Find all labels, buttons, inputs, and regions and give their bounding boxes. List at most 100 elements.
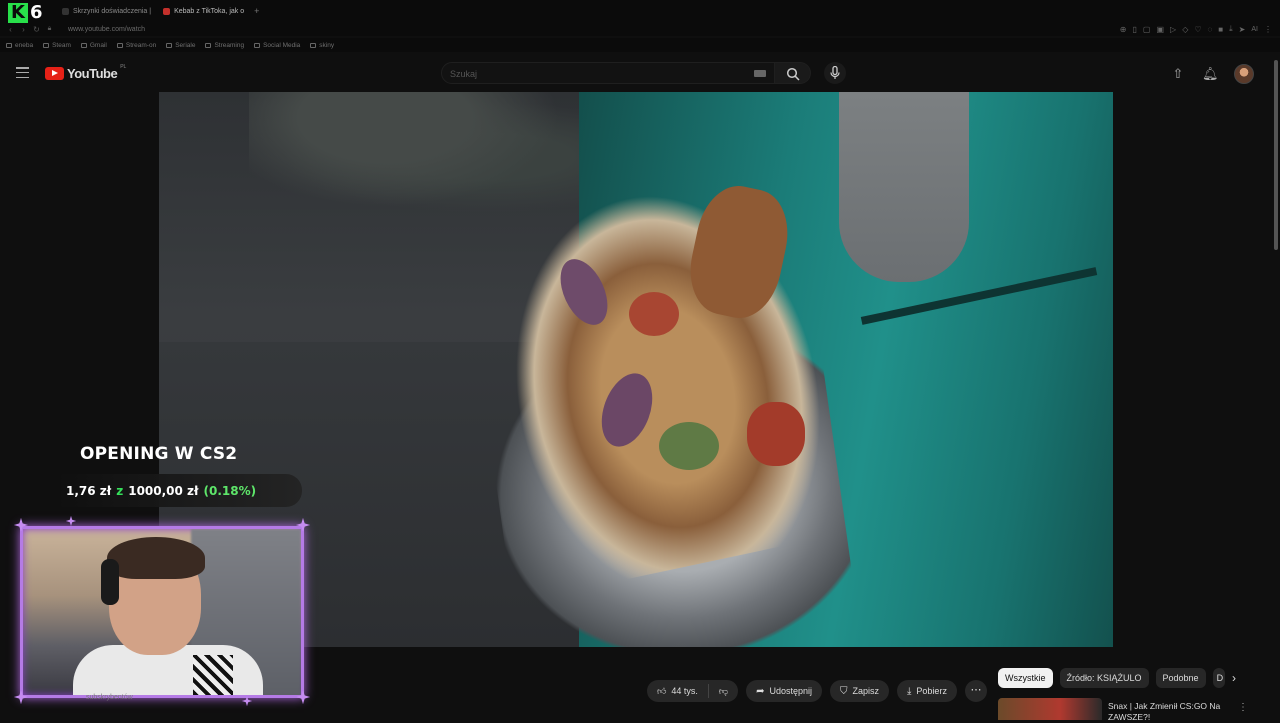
recommended-menu-icon[interactable]: ⋮ (1238, 702, 1248, 713)
folder-icon (116, 42, 123, 48)
bookmark-social-media[interactable]: Social Media (254, 42, 300, 49)
screenshot-icon[interactable]: ▢ (1143, 25, 1151, 34)
bookmark-seriale[interactable]: Seriale (166, 42, 195, 49)
chip-source[interactable]: Źródło: KSIĄŻULO (1059, 668, 1149, 688)
send-icon[interactable]: ➤ (1239, 25, 1246, 34)
dislike-button[interactable]: 👎︎ (709, 680, 738, 702)
folder-icon (254, 42, 261, 48)
search-icon (786, 67, 800, 81)
goal-total-amount: 1000,00 zł (128, 483, 199, 498)
new-tab-button[interactable]: + (250, 6, 259, 16)
url-field[interactable]: www.youtube.com/watch (68, 26, 145, 33)
recommendation-chips: Wszystkie Źródło: KSIĄŻULO Podobne D (998, 668, 1225, 688)
eneba-icon (6, 42, 12, 48)
download-icon: ⤓ (907, 685, 912, 697)
key-icon[interactable]: ▯ (1133, 25, 1137, 34)
bookmark-skiny[interactable]: skiny (310, 42, 334, 49)
notifications-bell-icon[interactable]: 🔔︎ (1202, 66, 1219, 82)
reload-icon[interactable]: ↻ (30, 25, 43, 34)
stream-goal-progress: 1,76 zł z 1000,00 zł (0.18%) (56, 474, 302, 507)
recommended-video[interactable]: Snax | Jak Zmienił CS:GO Na ZAWSZE?! ⋮ (998, 698, 1248, 722)
lock-icon: 🔒︎ (47, 25, 52, 32)
search-button[interactable] (775, 62, 811, 84)
zoom-icon[interactable]: ⊕ (1120, 25, 1127, 34)
header-actions: ⇧ 🔔︎ (1170, 64, 1254, 84)
like-dislike-group: 👍︎ 44 tys. 👎︎ (647, 680, 739, 702)
bookmark-label: Gmail (89, 41, 107, 49)
chip-all[interactable]: Wszystkie (998, 668, 1053, 688)
bookmark-icon: ⛉ (839, 685, 848, 697)
bookmark-stream-on[interactable]: Stream-on (116, 41, 157, 49)
k6-overlay-logo: K 6 (8, 2, 43, 23)
play-icon[interactable]: ▷ (1170, 25, 1176, 34)
video-actions: 👍︎ 44 tys. 👎︎ ➦ Udostępnij ⛉ Zapisz ⤓ Po… (647, 680, 987, 702)
download-button[interactable]: ⤓ Pobierz (897, 680, 957, 702)
like-button[interactable]: 👍︎ 44 tys. (647, 680, 708, 702)
tab-box-icon[interactable]: ▣ (1156, 25, 1164, 34)
tab-label: Kebab z TikToka, jak o (174, 7, 245, 15)
like-count: 44 tys. (671, 686, 698, 696)
browser-tab-bar: Skrzynki doświadczenia | Kebab z TikToka… (0, 0, 1280, 22)
browser-tab[interactable]: Skrzynki doświadczenia | (56, 3, 157, 19)
upload-icon[interactable]: ⇧ (1170, 66, 1186, 82)
folder-icon (310, 42, 317, 48)
keyboard-icon[interactable] (754, 70, 766, 77)
youtube-play-icon (45, 67, 64, 80)
search-placeholder: Szukaj (450, 69, 478, 79)
bookmarks-bar: eneba Steam Gmail Stream-on Seriale Stre… (0, 38, 1280, 52)
bookmark-streaming[interactable]: Streaming (205, 42, 244, 49)
menu-dots-icon[interactable]: ⋮ (1264, 25, 1272, 34)
microphone-icon (830, 66, 840, 79)
voice-search-button[interactable] (824, 62, 846, 84)
stream-goal-title: OPENING W CS2 (80, 444, 238, 464)
shield-icon[interactable]: ◇ (1182, 25, 1188, 34)
webcam-frame (20, 526, 304, 698)
headset-icon (101, 559, 119, 605)
more-actions-button[interactable]: ⋯ (964, 680, 987, 702)
gmail-icon (80, 42, 87, 48)
save-button[interactable]: ⛉ Zapisz (829, 680, 889, 702)
channel-subscribers: subskrybentów (86, 694, 133, 701)
ai-button[interactable]: AI (1251, 26, 1258, 33)
youtube-wordmark: YouTube (67, 66, 118, 81)
kebab-tomato (747, 402, 805, 466)
goal-current-amount: 1,76 zł (66, 483, 112, 498)
webcam-shirt-stripes (193, 655, 233, 695)
thumbs-down-icon: 👎︎ (718, 685, 729, 696)
page-scrollbar[interactable] (1274, 60, 1278, 250)
back-icon[interactable]: ‹ (4, 25, 17, 34)
youtube-favicon-icon (163, 7, 171, 15)
tab-favicon-icon (62, 7, 69, 15)
bookmark-label: Stream-on (125, 41, 157, 49)
folder-icon (205, 42, 212, 48)
kebab-lettuce (659, 422, 719, 470)
chip-more[interactable]: D (1212, 668, 1225, 688)
youtube-logo[interactable]: YouTube PL (45, 64, 126, 81)
share-icon: ➦ (756, 685, 765, 697)
search-input[interactable]: Szukaj (441, 62, 775, 84)
heart-icon[interactable]: ♡ (1194, 25, 1201, 34)
avatar-ext-icon[interactable]: ■ (1218, 25, 1223, 34)
address-bar: ‹ › ↻ 🔒︎ www.youtube.com/watch ⊕ ▯ ▢ ▣ ▷… (0, 22, 1280, 36)
hamburger-menu-icon[interactable] (16, 67, 29, 78)
chevron-right-icon[interactable]: › (1226, 670, 1242, 686)
k6-logo-letter: K (8, 2, 28, 23)
forward-icon[interactable]: › (17, 25, 30, 34)
share-label: Udostępnij (769, 686, 812, 696)
bookmark-eneba[interactable]: eneba (6, 42, 33, 49)
ext-icon[interactable]: ◌ (1208, 25, 1213, 34)
account-avatar[interactable] (1234, 64, 1254, 84)
share-button[interactable]: ➦ Udostępnij (746, 680, 822, 702)
chip-similar[interactable]: Podobne (1155, 668, 1206, 688)
extension-icons: ⊕ ▯ ▢ ▣ ▷ ◇ ♡ ◌ ■ ⤓ ➤ AI ⋮ (1120, 22, 1272, 36)
folder-icon (166, 42, 173, 48)
goal-connector: z (116, 483, 124, 498)
browser-tab-active[interactable]: Kebab z TikToka, jak o (157, 3, 250, 19)
recommended-thumbnail[interactable] (998, 698, 1102, 720)
bookmark-steam[interactable]: Steam (43, 42, 71, 49)
goal-percent: (0.18%) (203, 483, 257, 498)
bookmark-gmail[interactable]: Gmail (80, 41, 107, 49)
bookmark-label: Streaming (214, 41, 245, 49)
download-icon[interactable]: ⤓ (1229, 24, 1233, 34)
bookmark-label: Social Media (263, 41, 301, 49)
